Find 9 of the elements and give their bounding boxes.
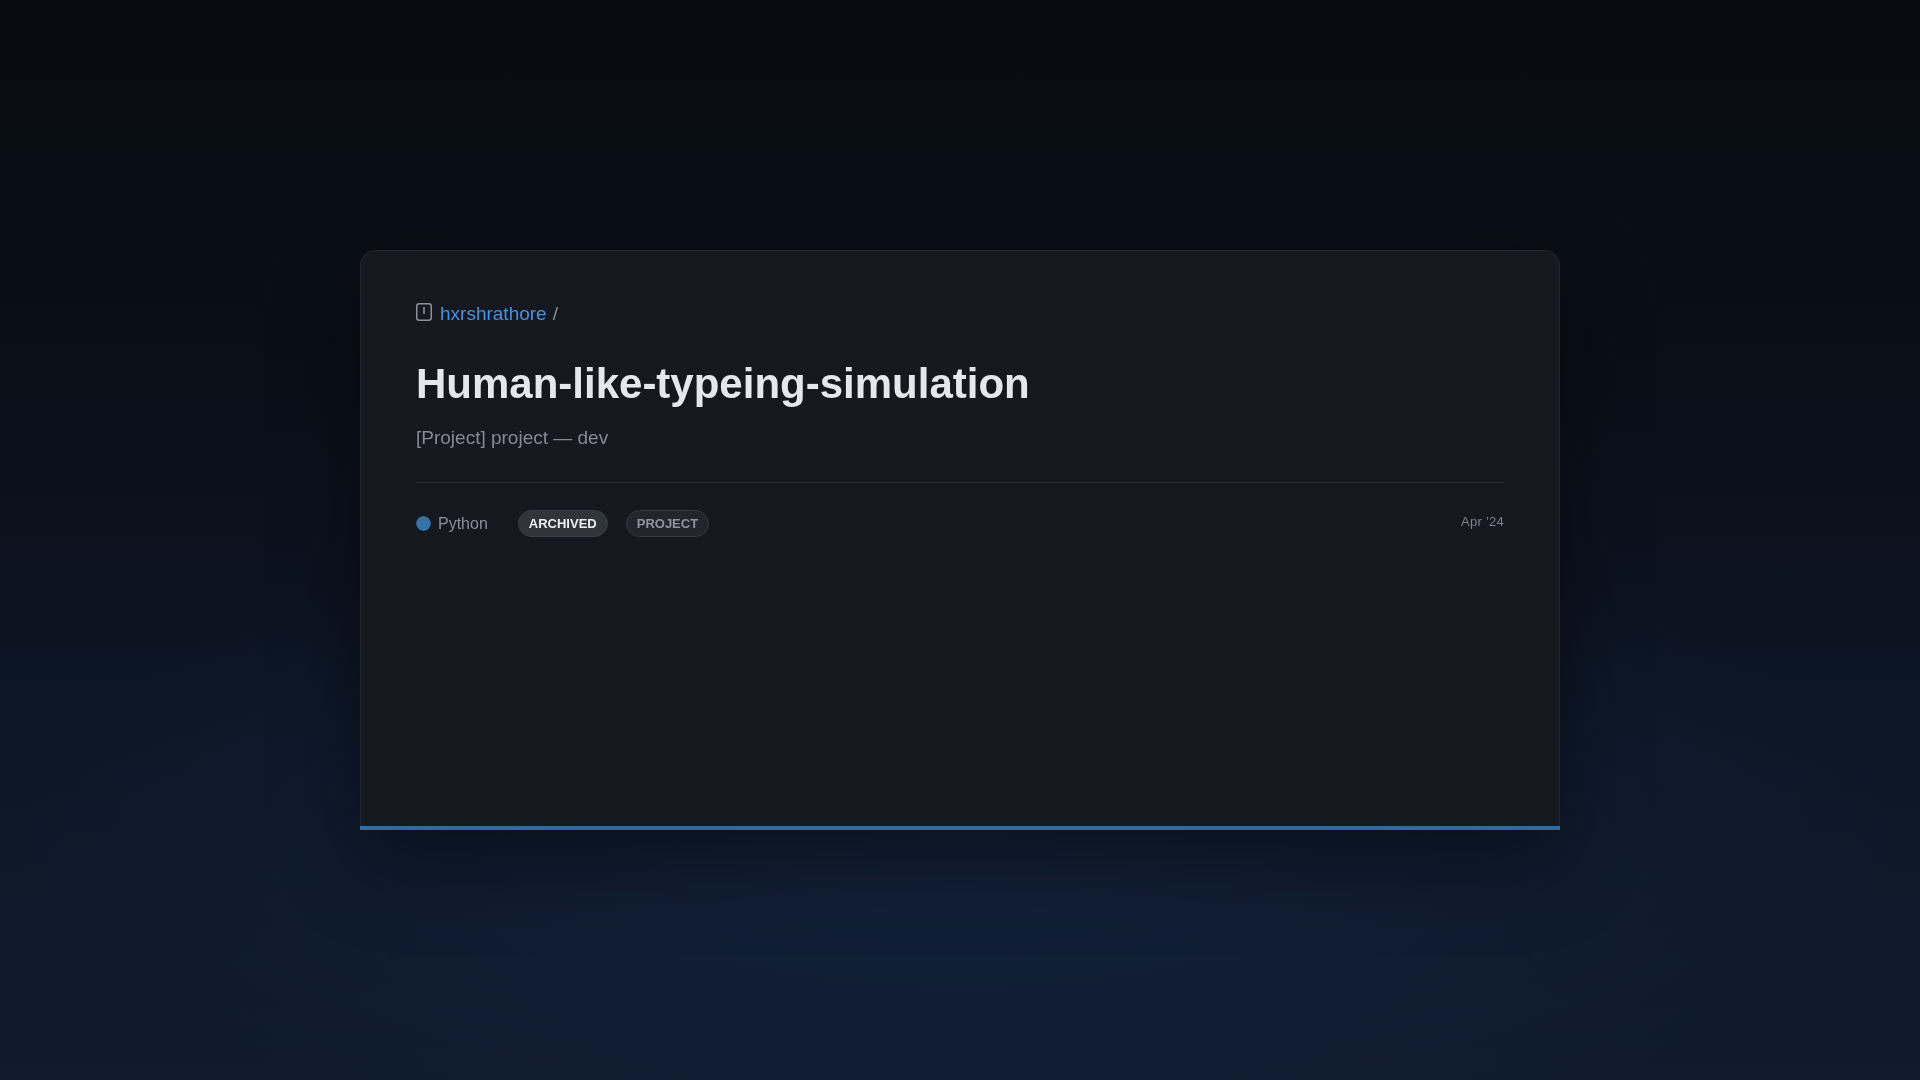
language-label: Python [438,514,488,533]
status-tag: ARCHIVED [517,510,608,537]
repository-description: [Project] project — dev [416,426,610,450]
repository-title: Human-like-typeing-simulation [416,359,1031,409]
book-icon [416,302,432,321]
date-label: Apr '24 [1461,514,1504,529]
owner-link[interactable]: hxrshrathore [440,303,547,325]
breadcrumb-separator: / [552,303,558,325]
type-tag: PROJECT [625,510,710,537]
